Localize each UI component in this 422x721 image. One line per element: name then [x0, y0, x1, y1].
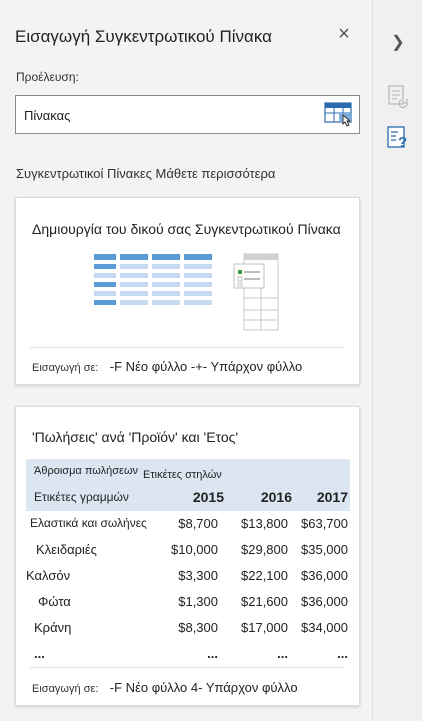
row-value: $35,000	[301, 542, 348, 557]
insert-pivot-pane: Εισαγωγή Συγκεντρωτικού Πίνακα × Προέλευ…	[0, 0, 373, 721]
row-value: $29,800	[241, 542, 288, 557]
row-value: ...	[277, 646, 288, 661]
card-divider	[30, 347, 345, 348]
column-labels: Ετικέτες στηλών	[143, 469, 222, 481]
row-value: $10,000	[171, 542, 218, 557]
year-header: 2015	[192, 489, 224, 505]
chevron-right-icon[interactable]: ❯	[385, 30, 411, 56]
table-row: Καλσόν $3,300 $22,100 $36,000	[26, 568, 350, 594]
row-value: $36,000	[301, 594, 348, 609]
sum-label: Άθροισμα πωλήσεων	[34, 465, 139, 477]
row-name: Ελαστικά και σωλήνες	[30, 516, 147, 530]
row-name: ...	[34, 646, 45, 661]
row-value: ...	[337, 646, 348, 661]
insert-label: Εισαγωγή σε:	[32, 362, 99, 374]
task-pane-rail: ❯ ?	[373, 0, 422, 721]
table-row: Ελαστικά και σωλήνες $8,700 $13,800 $63,…	[26, 516, 350, 542]
row-value: $17,000	[241, 620, 288, 635]
pane-title: Εισαγωγή Συγκεντρωτικού Πίνακα	[15, 27, 272, 46]
pivot-fields-icon[interactable]	[385, 83, 411, 109]
insert-options[interactable]: -F Νέο φύλλο -+- Υπάρχον φύλλο	[110, 359, 302, 374]
row-labels: Ετικέτες γραμμών	[34, 490, 129, 504]
row-value: $22,100	[241, 568, 288, 583]
card-divider	[30, 667, 345, 668]
source-field[interactable]: Πίνακας	[15, 95, 360, 134]
table-row: Φώτα $1,300 $21,600 $36,000	[26, 594, 350, 620]
insert-location-row: Εισαγωγή σε: -F Νέο φύλλο 4- Υπάρχον φύλ…	[32, 680, 298, 695]
insert-options[interactable]: -F Νέο φύλλο 4- Υπάρχον φύλλο	[110, 680, 298, 695]
row-name: Κράνη	[34, 620, 72, 635]
row-value: $21,600	[241, 594, 288, 609]
row-name: Καλσόν	[26, 568, 71, 583]
pivot-help-icon[interactable]: ?	[385, 124, 411, 151]
table-row: ... ... ... ...	[26, 646, 350, 672]
source-label: Προέλευση:	[16, 70, 79, 84]
row-value: $1,300	[178, 594, 218, 609]
recommended-title: 'Πωλήσεις' ανά 'Προϊόν' και 'Ετος'	[32, 429, 239, 445]
row-value: $8,700	[178, 516, 218, 531]
table-row: Κλειδαριές $10,000 $29,800 $35,000	[26, 542, 350, 568]
close-icon[interactable]: ×	[334, 24, 354, 44]
table-select-icon[interactable]	[324, 100, 354, 128]
recommended-pivot-card[interactable]: 'Πωλήσεις' ανά 'Προϊόν' και 'Ετος' Άθροι…	[15, 406, 360, 706]
row-value: $63,700	[301, 516, 348, 531]
year-header: 2017	[316, 489, 348, 505]
source-value: Πίνακας	[24, 108, 71, 123]
row-name: Κλειδαριές	[36, 542, 97, 557]
row-value: $3,300	[178, 568, 218, 583]
svg-text:?: ?	[398, 134, 407, 150]
row-name: Φώτα	[38, 594, 71, 609]
row-value: $34,000	[301, 620, 348, 635]
row-value: $13,800	[241, 516, 288, 531]
pivot-section-heading: Συγκεντρωτικοί Πίνακες Μάθετε περισσότερ…	[16, 166, 276, 181]
row-value: $36,000	[301, 568, 348, 583]
insert-location-row: Εισαγωγή σε: -F Νέο φύλλο -+- Υπάρχον φύ…	[32, 359, 302, 374]
insert-label: Εισαγωγή σε:	[32, 683, 99, 695]
pivot-preview-header: Άθροισμα πωλήσεων Ετικέτες στηλών Ετικέτ…	[26, 459, 350, 511]
table-row: Κράνη $8,300 $17,000 $34,000	[26, 620, 350, 646]
row-value: $8,300	[178, 620, 218, 635]
create-own-title: Δημιουργία του δικού σας Συγκεντρωτικού …	[32, 221, 341, 237]
row-value: ...	[207, 646, 218, 661]
pivot-illustration	[94, 253, 279, 331]
create-own-pivot-card[interactable]: Δημιουργία του δικού σας Συγκεντρωτικού …	[15, 197, 360, 385]
year-header: 2016	[260, 489, 292, 505]
